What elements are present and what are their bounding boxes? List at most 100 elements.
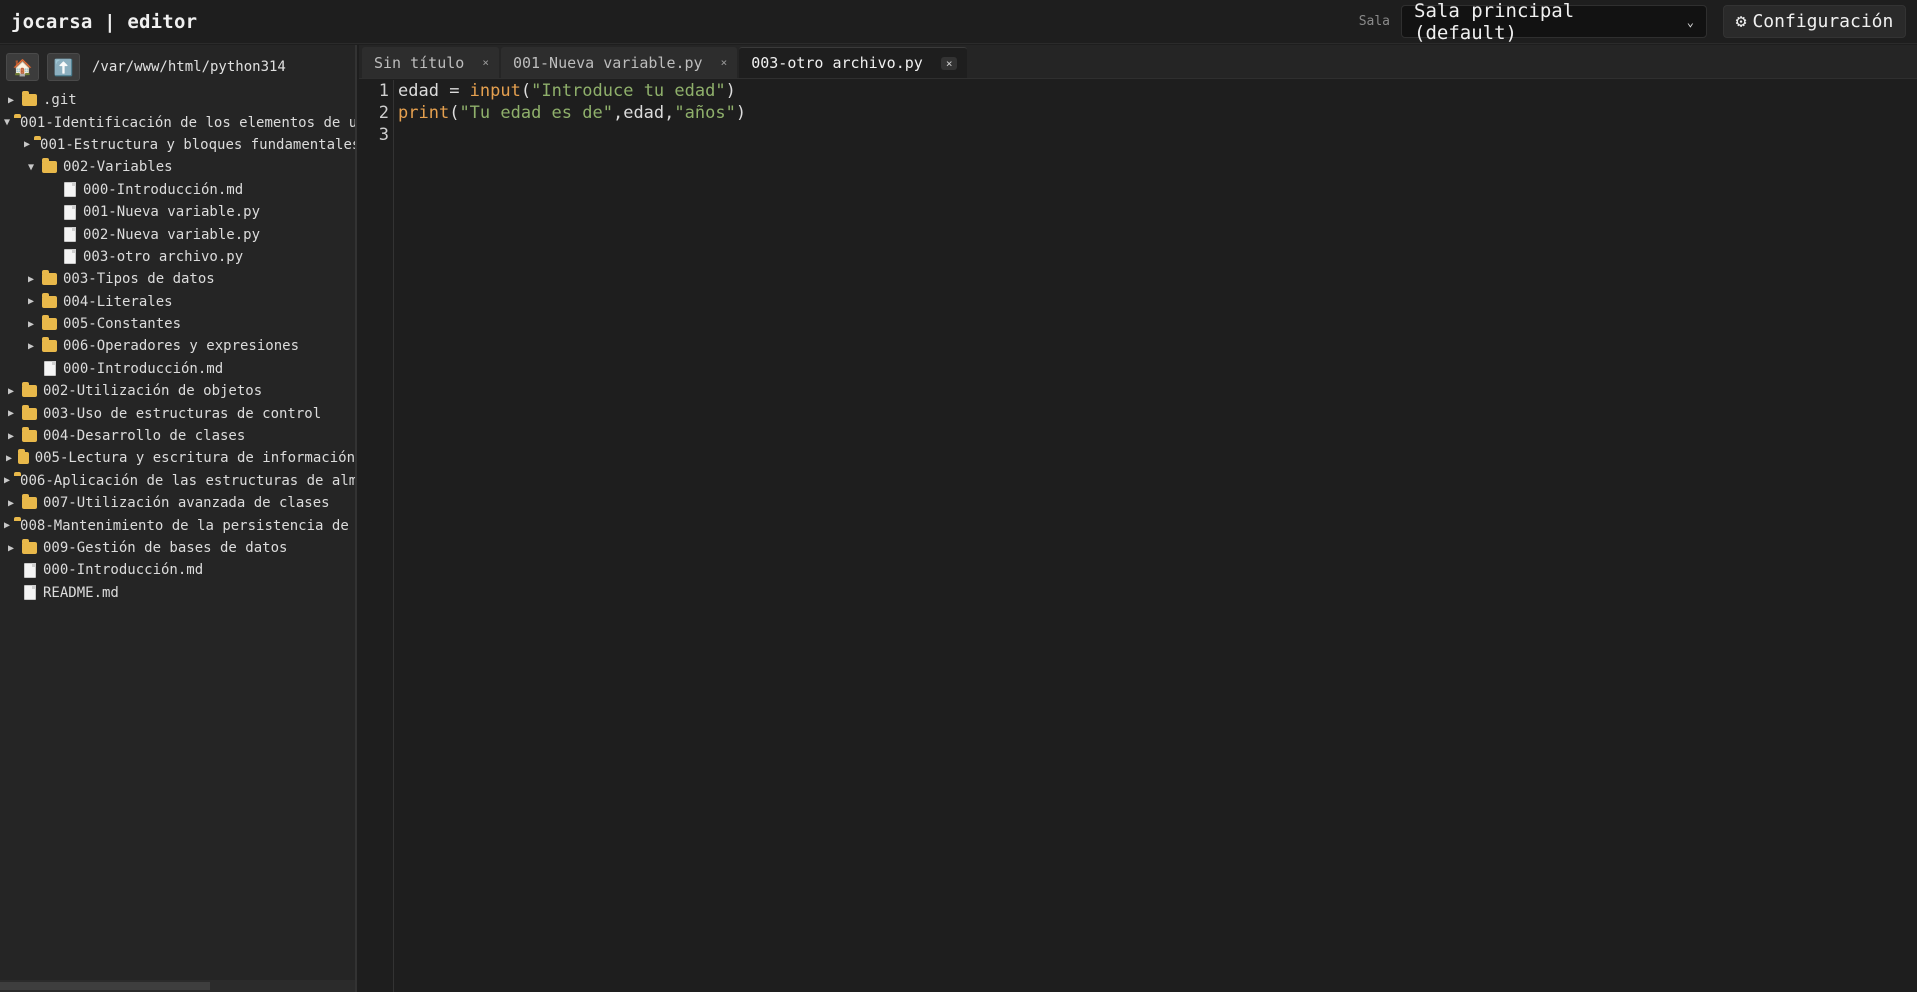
up-arrow-icon: ⬆️ [53, 57, 74, 77]
caret-right-icon[interactable]: ▶ [4, 520, 10, 531]
caret-right-icon[interactable]: ▶ [24, 296, 38, 307]
tab-label: Sin título [374, 53, 465, 72]
close-icon[interactable]: × [721, 56, 728, 69]
caret-right-icon[interactable]: ▶ [24, 274, 38, 285]
tree-folder[interactable]: ▶ 003-Tipos de datos [0, 268, 355, 290]
chevron-down-icon: ⌄ [1686, 14, 1694, 29]
tree-folder[interactable]: ▶ 005-Lectura y escritura de información [0, 447, 355, 469]
folder-icon [22, 91, 37, 107]
caret-right-icon[interactable]: ▶ [4, 543, 18, 554]
code-editor[interactable]: 123 edad = input("Introduce tu edad") pri… [359, 80, 1917, 992]
tree-item-label: 003-Tipos de datos [63, 271, 215, 288]
caret-right-icon[interactable]: ▶ [4, 95, 18, 106]
tree-file[interactable]: 001-Nueva variable.py [0, 201, 355, 223]
tree-file[interactable]: 002-Nueva variable.py [0, 223, 355, 245]
tree-file[interactable]: 000-Introducción.md [0, 358, 355, 380]
line-number: 3 [378, 125, 389, 145]
folder-icon [42, 337, 57, 353]
tree-folder[interactable]: ▶ 002-Utilización de objetos [0, 380, 355, 402]
tree-folder[interactable]: ▶ 006-Aplicación de las estructuras de al… [0, 470, 355, 492]
code-line[interactable] [398, 124, 746, 146]
caret-right-icon[interactable]: ▶ [4, 431, 18, 442]
tree-folder[interactable]: ▶ 006-Operadores y expresiones [0, 335, 355, 357]
tree-item-label: 006-Operadores y expresiones [63, 338, 300, 355]
tree-item-label: 005-Constantes [63, 316, 182, 333]
tree-folder[interactable]: ▶ 004-Desarrollo de clases [0, 425, 355, 447]
editor-tab[interactable]: 001-Nueva variable.py × [500, 47, 738, 78]
tree-item-label: 003-Uso de estructuras de control [43, 405, 322, 422]
tree-item-label: 009-Gestión de bases de datos [43, 540, 288, 556]
sala-select-value: Sala principal (default) [1414, 0, 1575, 44]
config-button[interactable]: ⚙ Configuración [1723, 5, 1906, 38]
code-area[interactable]: edad = input("Introduce tu edad") print("… [398, 80, 746, 146]
code-token: ) [735, 103, 747, 123]
line-number: 1 [378, 81, 389, 101]
folder-icon [22, 382, 37, 398]
close-icon[interactable]: × [482, 56, 489, 69]
tree-folder[interactable]: ▶ 001-Estructura y bloques fundamentales [0, 134, 355, 156]
tree-folder[interactable]: ▶ 007-Utilización avanzada de clases [0, 492, 355, 514]
file-tree: ▶ .git ▼ 001-Identificación de los elemento… [0, 89, 355, 604]
code-token: ( [520, 81, 532, 101]
code-line[interactable]: print("Tu edad es de",edad,"años") [398, 102, 746, 124]
code-token: "Introduce tu edad" [531, 81, 726, 101]
close-icon[interactable]: × [940, 56, 958, 70]
folder-icon [42, 270, 57, 286]
tree-file[interactable]: 003-otro archivo.py [0, 246, 355, 268]
file-icon [64, 204, 76, 220]
caret-right-icon[interactable]: ▶ [24, 341, 38, 352]
caret-right-icon[interactable]: ▶ [4, 453, 14, 464]
tree-folder[interactable]: ▶ 008-Mantenimiento de la persistencia de… [0, 514, 355, 536]
caret-down-icon[interactable]: ▼ [4, 117, 10, 128]
file-icon [64, 227, 76, 243]
tree-folder[interactable]: ▶ .git [0, 89, 355, 111]
horizontal-scrollbar[interactable] [0, 980, 355, 992]
code-token: print [398, 103, 450, 123]
caret-right-icon[interactable]: ▶ [4, 408, 18, 419]
home-button[interactable]: 🏠 [6, 53, 39, 81]
sala-select[interactable]: Sala principal (default) ⌄ [1401, 0, 1707, 44]
scrollbar-thumb[interactable] [0, 982, 210, 990]
tree-file[interactable]: 000-Introducción.md [0, 179, 355, 201]
tree-item-label: 002-Variables [63, 159, 173, 176]
tree-file[interactable]: 000-Introducción.md [0, 559, 355, 581]
caret-down-icon[interactable]: ▼ [24, 162, 38, 173]
code-token: ,edad, [612, 103, 675, 123]
tree-folder[interactable]: ▼ 001-Identificación de los elementos de … [0, 111, 355, 133]
tree-folder[interactable]: ▶ 003-Uso de estructuras de control [0, 402, 355, 424]
folder-icon [42, 292, 57, 308]
editor-tab[interactable]: 003-otro archivo.py × [739, 47, 968, 78]
code-token: ) [725, 81, 736, 101]
up-button[interactable]: ⬆️ [47, 53, 80, 81]
code-token: "años" [674, 103, 736, 123]
file-icon [44, 361, 56, 377]
file-icon [24, 585, 36, 601]
code-token: edad [398, 81, 439, 101]
tree-folder[interactable]: ▶ 009-Gestión de bases de datos [0, 537, 355, 559]
folder-icon [22, 539, 37, 554]
tree-item-label: README.md [43, 584, 119, 601]
tree-folder[interactable]: ▶ 005-Constantes [0, 313, 355, 335]
caret-right-icon[interactable]: ▶ [4, 475, 10, 486]
tree-folder[interactable]: ▶ 004-Literales [0, 291, 355, 313]
caret-right-icon[interactable]: ▶ [4, 498, 18, 509]
editor-tab[interactable]: Sin título × [362, 47, 499, 78]
file-explorer: 🏠 ⬆️ /var/www/html/python314 ▶ .git ▼ 001-I… [0, 45, 357, 992]
caret-right-icon[interactable]: ▶ [24, 319, 38, 330]
config-button-label: Configuración [1752, 11, 1894, 32]
file-icon [64, 182, 76, 198]
app-title: jocarsa | editor [11, 10, 198, 33]
code-line[interactable]: edad = input("Introduce tu edad") [398, 80, 746, 102]
tree-item-label: .git [43, 92, 77, 109]
caret-right-icon[interactable]: ▶ [24, 139, 30, 150]
tree-item-label: 001-Nueva variable.py [83, 204, 261, 221]
caret-right-icon[interactable]: ▶ [4, 386, 18, 397]
tree-item-label: 004-Desarrollo de clases [43, 428, 246, 445]
tree-item-label: 000-Introducción.md [83, 181, 244, 198]
tree-item-label: 000-Introducción.md [43, 562, 204, 579]
tree-item-label: 002-Nueva variable.py [83, 226, 261, 243]
code-token: input [469, 81, 521, 101]
tree-folder[interactable]: ▼ 002-Variables [0, 156, 355, 178]
tree-file[interactable]: README.md [0, 582, 355, 604]
tree-item-label: 004-Literales [63, 293, 173, 310]
